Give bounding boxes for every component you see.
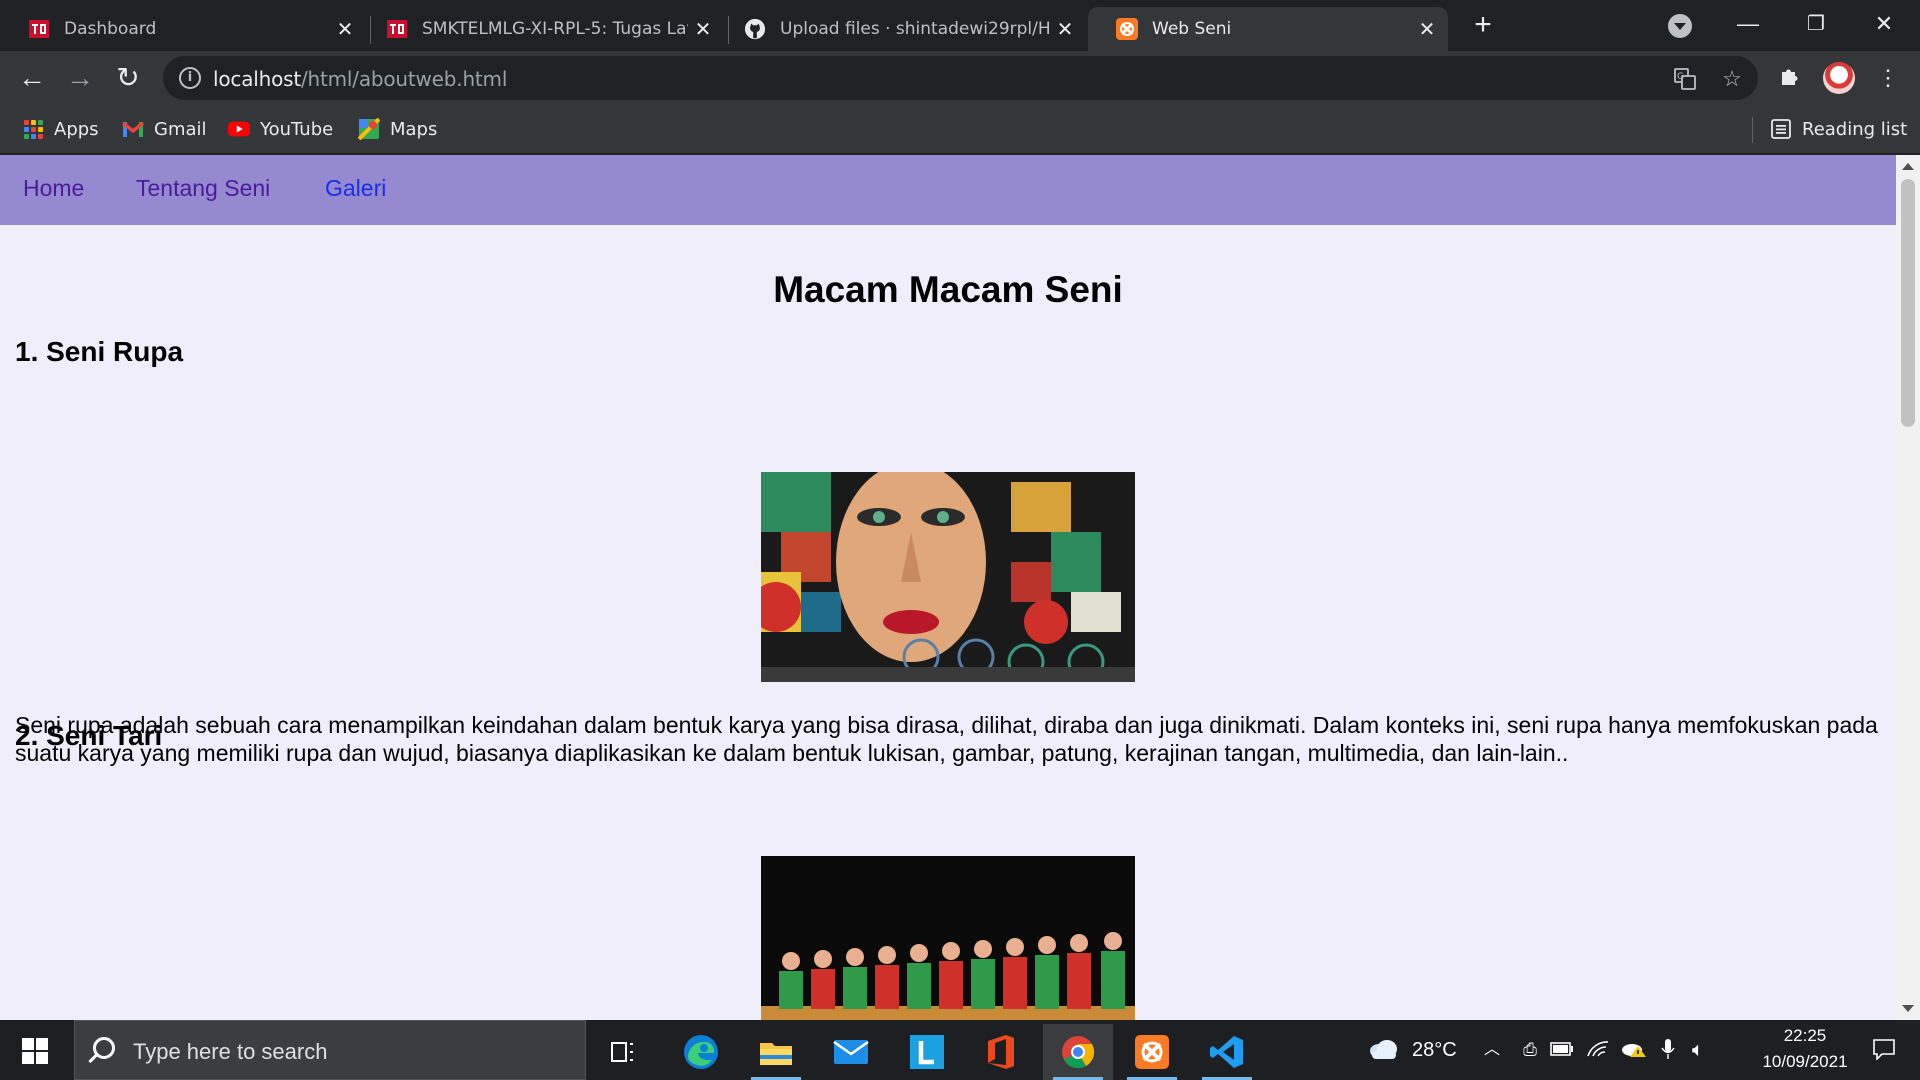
forward-button[interactable]: → <box>62 60 98 96</box>
windows-taskbar: Type here to search 28°C ︿ ⎙ 🔈︎ 22:25 10… <box>0 1020 1920 1080</box>
task-view-icon[interactable] <box>589 1024 659 1080</box>
telkom-school-logo-icon <box>386 18 408 40</box>
apps-grid-icon <box>22 118 44 140</box>
nav-link-galeri[interactable]: Galeri <box>325 175 386 202</box>
reading-list-icon <box>1770 118 1792 140</box>
windows-start-button[interactable] <box>22 1038 48 1064</box>
maps-icon <box>358 118 380 140</box>
page-title: Macam Macam Seni <box>773 269 1123 310</box>
notifications-icon[interactable] <box>1872 1038 1896 1062</box>
dancers-image <box>761 856 1135 1020</box>
reload-button[interactable]: ↻ <box>110 60 146 96</box>
microphone-icon[interactable] <box>1656 1038 1680 1062</box>
address-bar[interactable]: i localhost/html/aboutweb.html G ☆ <box>163 56 1758 100</box>
chevron-up-icon[interactable]: ︿ <box>1480 1038 1504 1062</box>
url-text[interactable]: localhost/html/aboutweb.html <box>213 67 507 91</box>
clock-date[interactable]: 10/09/2021 <box>1736 1052 1874 1072</box>
office-icon[interactable] <box>966 1024 1036 1080</box>
file-explorer-icon[interactable] <box>741 1024 811 1080</box>
reading-list-label: Reading list <box>1802 118 1908 140</box>
restore-button[interactable]: ❐ <box>1786 6 1846 42</box>
tab-title: Upload files · shintadewi29rpl/HT <box>780 19 1050 39</box>
bookmark-apps[interactable]: Apps <box>22 115 99 143</box>
minimize-button[interactable]: — <box>1718 6 1778 42</box>
url-path: /html/aboutweb.html <box>300 67 508 91</box>
translate-icon[interactable]: G <box>1673 67 1697 91</box>
bookmarks-bar: Apps Gmail YouTube Maps Reading list <box>0 105 1920 154</box>
bookmark-youtube[interactable]: YouTube <box>228 115 333 143</box>
bookmark-star-icon[interactable]: ☆ <box>1720 67 1744 91</box>
bookmark-label: Apps <box>54 118 99 140</box>
vscode-icon[interactable] <box>1192 1024 1262 1080</box>
clock-time[interactable]: 22:25 <box>1760 1026 1850 1046</box>
l-app-icon[interactable] <box>892 1024 962 1080</box>
profile-avatar[interactable] <box>1823 62 1855 94</box>
close-window-button[interactable]: ✕ <box>1854 6 1914 42</box>
close-icon[interactable]: ✕ <box>1050 17 1080 41</box>
tab-title: Web Seni <box>1152 19 1232 39</box>
extensions-puzzle-icon[interactable] <box>1776 64 1804 92</box>
onedrive-warning-icon[interactable] <box>1620 1038 1646 1062</box>
site-navbar: Home Tentang Seni Galeri <box>0 155 1896 225</box>
browser-toolbar: ← → ↻ i localhost/html/aboutweb.html G ☆… <box>0 51 1920 105</box>
nav-link-home[interactable]: Home <box>23 175 84 202</box>
bookmark-maps[interactable]: Maps <box>358 115 437 143</box>
page-viewport: Home Tentang Seni Galeri Macam Macam Sen… <box>0 155 1896 1020</box>
search-placeholder: Type here to search <box>133 1039 328 1064</box>
tab-title: SMKTELMLG-XI-RPL-5: Tugas Lay <box>422 19 688 39</box>
mural-image <box>761 472 1135 682</box>
reading-list-button[interactable]: Reading list <box>1770 115 1907 143</box>
tab-web-seni[interactable]: Web Seni ✕ <box>1088 7 1448 51</box>
taskbar-search-box[interactable]: Type here to search <box>74 1020 586 1080</box>
tab-search-button[interactable] <box>1668 14 1692 38</box>
tab-strip: Dashboard ✕ SMKTELMLG-XI-RPL-5: Tugas La… <box>0 0 1920 51</box>
weather-temperature[interactable]: 28°C <box>1412 1039 1457 1062</box>
bookmark-label: YouTube <box>260 118 334 140</box>
speaker-volume-icon[interactable]: 🔈︎ <box>1686 1038 1710 1062</box>
weather-cloud-icon[interactable] <box>1366 1038 1400 1062</box>
xampp-icon[interactable] <box>1117 1024 1187 1080</box>
back-button[interactable]: ← <box>14 60 50 96</box>
scroll-up-arrow[interactable] <box>1902 163 1914 170</box>
gmail-icon <box>122 118 144 140</box>
nav-link-tentang-seni[interactable]: Tentang Seni <box>136 175 270 202</box>
scroll-down-arrow[interactable] <box>1902 1005 1914 1012</box>
search-icon <box>93 1037 115 1059</box>
close-icon[interactable]: ✕ <box>688 17 718 41</box>
menu-kebab-icon[interactable]: ⋮ <box>1874 64 1902 92</box>
github-logo-icon <box>744 18 766 40</box>
tab-github-upload[interactable]: Upload files · shintadewi29rpl/HT ✕ <box>716 7 1086 51</box>
battery-icon[interactable] <box>1550 1038 1574 1062</box>
bookmark-gmail[interactable]: Gmail <box>122 115 207 143</box>
chrome-icon[interactable] <box>1043 1024 1113 1080</box>
tab-dashboard[interactable]: Dashboard ✕ <box>0 7 366 51</box>
bookmark-label: Maps <box>390 118 438 140</box>
svg-text:G: G <box>1677 72 1684 82</box>
edge-icon[interactable] <box>666 1024 736 1080</box>
new-tab-button[interactable]: + <box>1465 8 1501 44</box>
url-host: localhost <box>213 67 301 91</box>
bookmarks-divider <box>1752 117 1753 143</box>
site-info-icon[interactable]: i <box>179 67 201 89</box>
meet-now-icon[interactable]: ⎙ <box>1518 1038 1542 1062</box>
scrollbar-thumb[interactable] <box>1901 179 1915 427</box>
telkom-school-logo-icon <box>28 18 50 40</box>
tab-smktelmlg[interactable]: SMKTELMLG-XI-RPL-5: Tugas Lay ✕ <box>358 7 724 51</box>
close-icon[interactable]: ✕ <box>1412 17 1442 41</box>
mail-icon[interactable] <box>816 1024 886 1080</box>
youtube-icon <box>228 118 250 140</box>
section-heading-seni-tari: 2. Seni Tari <box>15 720 163 751</box>
bookmark-label: Gmail <box>154 118 207 140</box>
page-scrollbar[interactable] <box>1896 155 1920 1020</box>
close-icon[interactable]: ✕ <box>330 17 360 41</box>
section-text-seni-rupa: Seni rupa adalah sebuah cara menampilkan… <box>15 712 1878 766</box>
xampp-logo-icon <box>1116 18 1138 40</box>
wifi-icon[interactable] <box>1586 1038 1610 1062</box>
tab-title: Dashboard <box>64 19 157 39</box>
section-heading-seni-rupa: 1. Seni Rupa <box>15 336 184 367</box>
